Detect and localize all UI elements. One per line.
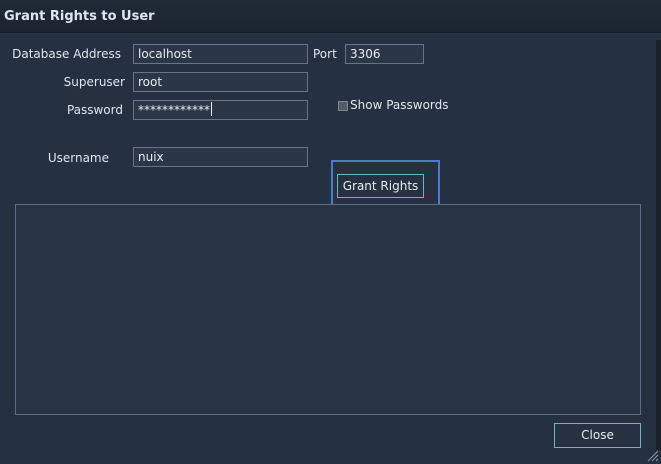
grant-rights-button[interactable]: Grant Rights: [337, 174, 424, 198]
port-label: Port: [313, 47, 337, 61]
title-bar[interactable]: Grant Rights to User: [0, 0, 661, 33]
close-button[interactable]: Close: [554, 423, 641, 448]
database-address-label: Database Address: [12, 47, 121, 61]
superuser-input[interactable]: root: [133, 72, 308, 92]
show-passwords-label[interactable]: Show Passwords: [350, 98, 449, 112]
grant-rights-dialog: Grant Rights to User Database Address lo…: [0, 0, 661, 464]
password-mask: ************: [138, 103, 210, 117]
dialog-title: Grant Rights to User: [4, 9, 155, 24]
username-input[interactable]: nuix: [133, 147, 308, 167]
password-label: Password: [66, 103, 123, 117]
show-passwords-checkbox[interactable]: [338, 101, 348, 111]
username-label: Username: [47, 151, 109, 165]
superuser-label: Superuser: [63, 75, 125, 89]
password-input[interactable]: ************: [133, 100, 308, 120]
output-textarea[interactable]: [15, 204, 641, 415]
resize-grip-icon[interactable]: [645, 448, 659, 462]
port-input[interactable]: 3306: [345, 44, 424, 64]
window-edge: [656, 40, 661, 450]
database-address-input[interactable]: localhost: [133, 44, 308, 64]
text-caret: [211, 102, 212, 116]
